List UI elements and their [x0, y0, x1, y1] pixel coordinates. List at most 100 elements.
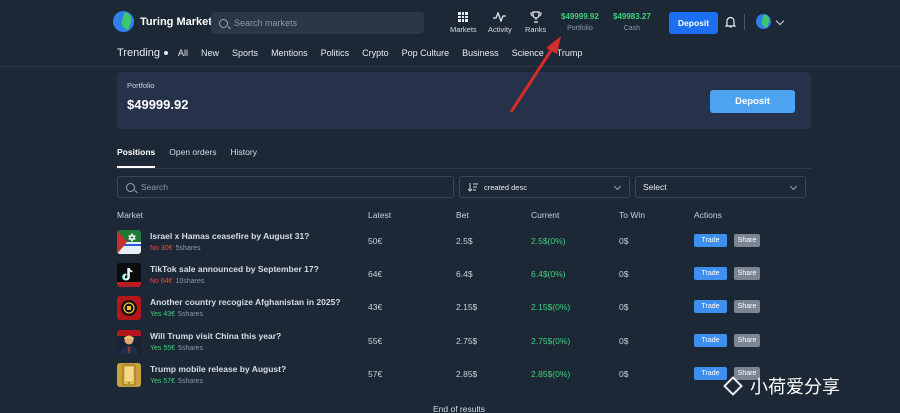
position-side: No 30€: [150, 245, 173, 252]
current-value: 6.4$(0%): [531, 269, 566, 279]
share-button[interactable]: Share: [734, 267, 760, 280]
nav-ranks[interactable]: Ranks: [525, 11, 546, 34]
share-button[interactable]: Share: [734, 234, 760, 247]
watermark: 小荷爱分享: [723, 373, 840, 399]
nav-markets[interactable]: Markets: [450, 11, 477, 34]
position-shares: 5shares: [175, 245, 201, 252]
share-button[interactable]: Share: [734, 334, 760, 347]
tab-open-orders[interactable]: Open orders: [169, 147, 216, 157]
positions-search-input[interactable]: [141, 182, 441, 192]
bet-amount: 2.75$: [456, 336, 478, 346]
table-row[interactable]: Will Trump visit China this year? Yes 55…: [0, 330, 900, 358]
bell-icon[interactable]: [725, 16, 736, 28]
search-icon: [126, 182, 135, 192]
trade-button[interactable]: Trade: [694, 367, 727, 380]
market-title[interactable]: TikTok sale announced by September 17?: [150, 264, 319, 274]
deposit-button[interactable]: Deposit: [669, 12, 718, 34]
search-input[interactable]: [234, 18, 414, 28]
position-info: No 64€ 10shares: [150, 278, 204, 285]
latest-price: 50€: [368, 236, 383, 246]
current-value: 2.75$(0%): [531, 336, 571, 346]
market-title[interactable]: Trump mobile release by August?: [150, 364, 286, 374]
category-trump[interactable]: Trump: [557, 48, 583, 58]
cash-summary[interactable]: $49983.27 Cash: [613, 12, 651, 32]
trophy-icon: [530, 11, 542, 23]
logo[interactable]: Turing Market: [113, 11, 212, 32]
emblem-thumbnail: [117, 296, 141, 320]
market-title[interactable]: Will Trump visit China this year?: [150, 331, 281, 341]
position-shares: 10shares: [175, 278, 205, 285]
nav-markets-label: Markets: [450, 25, 477, 34]
nav-activity-label: Activity: [488, 25, 512, 34]
current-value: 2.85$(0%): [531, 369, 571, 379]
position-side: Yes 57€: [150, 378, 176, 385]
category-mentions[interactable]: Mentions: [271, 48, 308, 58]
to-win: 0$: [619, 302, 629, 312]
trade-button[interactable]: Trade: [694, 234, 727, 247]
live-dot-icon: [164, 51, 169, 55]
market-title[interactable]: Another country recogize Afghanistan in …: [150, 297, 341, 307]
portfolio-card-value: $49999.92: [127, 97, 189, 112]
bet-amount: 2.15$: [456, 302, 478, 312]
filter-select-value: Select: [643, 182, 667, 192]
filter-select[interactable]: Select: [635, 176, 806, 198]
table-row[interactable]: Israel x Hamas ceasefire by August 31? N…: [0, 230, 900, 258]
avatar[interactable]: [756, 14, 771, 29]
position-info: Yes 43€ 5shares: [150, 311, 203, 318]
watermark-text: 小荷爱分享: [750, 377, 840, 398]
trending-label[interactable]: Trending: [117, 47, 160, 59]
tab-positions[interactable]: Positions: [117, 147, 155, 157]
portfolio-card: Portfolio $49999.92 Deposit: [117, 72, 811, 129]
current-value: 2.15$(0%): [531, 302, 571, 312]
watermark-logo-icon: [723, 376, 743, 396]
category-sports[interactable]: Sports: [232, 48, 258, 58]
search-icon: [219, 18, 228, 28]
search-bar[interactable]: [211, 12, 424, 34]
nav-divider: [0, 66, 900, 67]
positions-search[interactable]: [117, 176, 454, 198]
share-button[interactable]: Share: [734, 300, 760, 313]
market-title[interactable]: Israel x Hamas ceasefire by August 31?: [150, 231, 309, 241]
latest-price: 57€: [368, 369, 383, 379]
col-market: Market: [117, 210, 143, 220]
trade-button[interactable]: Trade: [694, 334, 727, 347]
sort-value: created desc: [484, 182, 527, 192]
category-new[interactable]: New: [201, 48, 219, 58]
category-science[interactable]: Science: [512, 48, 544, 58]
col-bet: Bet: [456, 210, 469, 220]
tabs-divider: [117, 168, 811, 169]
current-value: 2.5$(0%): [531, 236, 566, 246]
trade-button[interactable]: Trade: [694, 300, 727, 313]
header-divider: [744, 14, 745, 30]
bet-amount: 2.5$: [456, 236, 473, 246]
position-info: Yes 55€ 5shares: [150, 345, 203, 352]
chevron-down-icon[interactable]: [775, 16, 785, 26]
sort-select[interactable]: created desc: [459, 176, 630, 198]
to-win: 0$: [619, 236, 629, 246]
category-pop-culture[interactable]: Pop Culture: [402, 48, 450, 58]
category-crypto[interactable]: Crypto: [362, 48, 389, 58]
nav-ranks-label: Ranks: [525, 25, 547, 34]
table-row[interactable]: TikTok sale announced by September 17? N…: [0, 263, 900, 291]
col-latest: Latest: [368, 210, 392, 220]
table-row[interactable]: Another country recogize Afghanistan in …: [0, 296, 900, 324]
grid-icon: [458, 12, 468, 22]
col-to-win: To Win: [619, 210, 645, 220]
portfolio-card-label: Portfolio: [127, 81, 155, 90]
position-side: No 64€: [150, 278, 173, 285]
cash-value: $49983.27: [613, 12, 651, 21]
nav-activity[interactable]: Activity: [488, 11, 512, 34]
portfolio-summary[interactable]: $49999.92 Portfolio: [561, 12, 599, 32]
position-shares: 5shares: [178, 378, 203, 385]
trade-button[interactable]: Trade: [694, 267, 727, 280]
category-business[interactable]: Business: [462, 48, 499, 58]
category-politics[interactable]: Politics: [321, 48, 350, 58]
tiktok-thumbnail: [117, 263, 141, 287]
tab-history[interactable]: History: [231, 147, 257, 157]
position-shares: 5shares: [178, 311, 203, 318]
category-all[interactable]: All: [178, 48, 188, 58]
portfolio-deposit-button[interactable]: Deposit: [710, 90, 795, 113]
latest-price: 55€: [368, 336, 383, 346]
col-actions: Actions: [694, 210, 722, 220]
portrait-thumbnail: [117, 330, 141, 354]
